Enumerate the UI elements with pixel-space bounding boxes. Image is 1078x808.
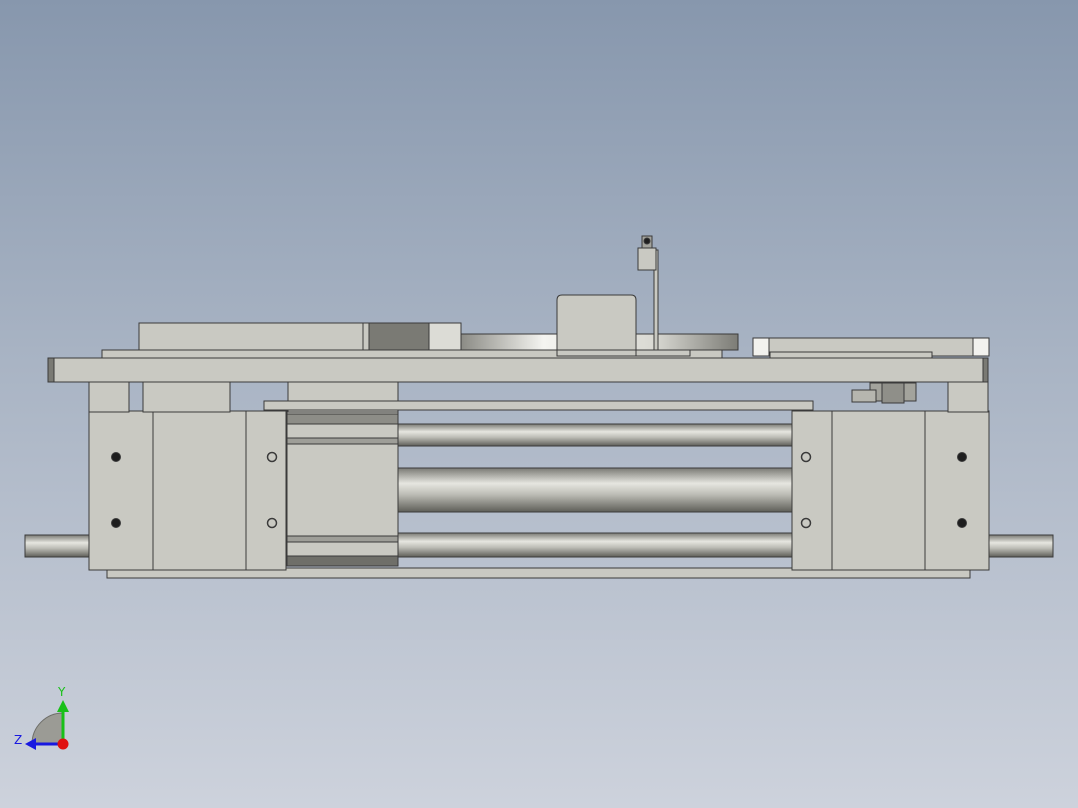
z-axis-arrowhead <box>25 738 36 750</box>
right-top-fixture-end-b <box>972 337 990 357</box>
mounting-hole <box>957 452 967 462</box>
left-clamp-block <box>245 410 287 571</box>
left-top-fixture-dark-insert <box>368 322 430 351</box>
main-guide-rod <box>395 467 795 513</box>
carriage-top-band <box>286 413 399 425</box>
clamp-hole <box>800 517 812 529</box>
left-end-shaft <box>24 534 92 558</box>
mounting-hole <box>111 452 121 462</box>
motor-box <box>556 294 637 357</box>
orientation-triad[interactable]: Y Z <box>10 682 80 758</box>
clamp-hole <box>266 517 278 529</box>
right-top-fixture-base <box>769 351 933 359</box>
z-axis-label: Z <box>14 733 22 747</box>
right-pillar <box>947 381 989 413</box>
sensor-nut <box>851 389 877 403</box>
clamp-hole <box>266 451 278 463</box>
carriage-bottom-band <box>286 555 399 567</box>
sensor-bracket-head <box>637 247 657 271</box>
mounting-hole <box>957 518 967 528</box>
y-axis-label: Y <box>57 685 66 699</box>
right-clamp-block <box>791 410 833 571</box>
top-plate-left-cap <box>47 357 55 383</box>
left-side-block <box>152 410 247 571</box>
clamp-hole <box>800 451 812 463</box>
carriage-block <box>286 410 399 567</box>
cross-strip <box>263 400 814 411</box>
mounting-hole <box>111 518 121 528</box>
left-center-pillar <box>142 381 231 413</box>
top-plate-right-cap <box>982 357 989 383</box>
motor-box-foot <box>556 349 637 357</box>
right-end-block <box>924 410 990 571</box>
sensor-bracket-screw <box>643 237 651 245</box>
sensor-bracket-foot <box>635 349 691 357</box>
top-plate <box>47 357 989 383</box>
left-pillar <box>88 381 130 413</box>
left-end-block <box>88 410 154 571</box>
left-top-fixture-light-insert <box>428 322 462 351</box>
assembly-front-view[interactable] <box>0 0 1078 808</box>
carriage-groove <box>286 437 399 445</box>
cad-graphics-viewport[interactable]: Y Z <box>0 0 1078 808</box>
right-top-fixture-end-a <box>752 337 770 357</box>
sensor-body <box>881 382 905 404</box>
carriage-lower-groove <box>286 535 399 543</box>
y-axis-arrowhead <box>57 700 69 712</box>
right-side-block <box>831 410 926 571</box>
triad-quarter-disc <box>31 712 64 745</box>
right-end-shaft <box>986 534 1054 558</box>
lower-guide-rod <box>395 532 795 558</box>
x-axis-dot <box>57 738 69 750</box>
